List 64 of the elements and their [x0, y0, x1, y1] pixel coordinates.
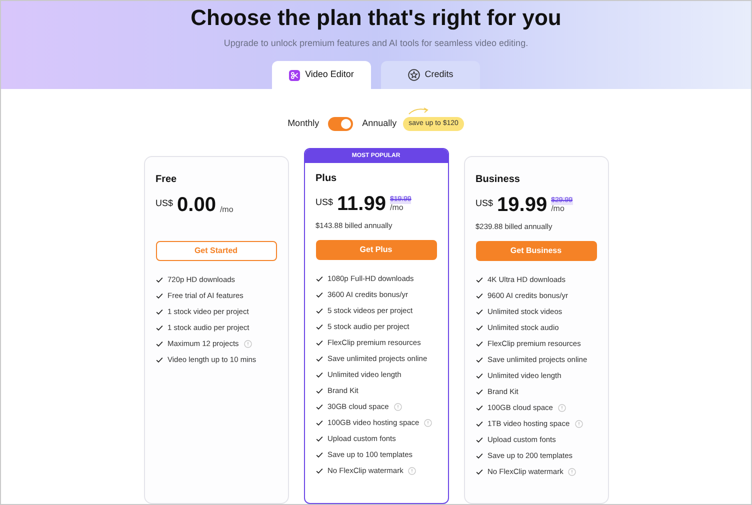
check-icon	[476, 276, 482, 282]
plan-button[interactable]: Get Plus	[316, 240, 436, 260]
page-title: Choose the plan that's right for you	[190, 5, 562, 31]
price-period: /mo	[390, 204, 404, 212]
check-icon	[476, 388, 482, 394]
currency: US$	[156, 197, 174, 210]
check-icon	[316, 292, 322, 298]
currency: US$	[476, 197, 494, 210]
plan-button[interactable]: Get Started	[156, 241, 276, 261]
plan-button[interactable]: Get Business	[476, 241, 596, 261]
info-icon[interactable]	[394, 402, 402, 410]
check-icon	[476, 372, 482, 378]
billing-toggle[interactable]	[328, 117, 354, 131]
currency: US$	[316, 196, 334, 209]
info-icon[interactable]	[568, 468, 576, 476]
curved-arrow-icon	[408, 106, 430, 116]
monthly-label: Monthly	[288, 117, 320, 130]
check-icon	[316, 388, 322, 394]
check-icon	[476, 356, 482, 362]
check-icon	[316, 324, 322, 330]
check-icon	[156, 308, 162, 314]
info-icon[interactable]	[244, 340, 252, 348]
price-period: /mo	[220, 204, 234, 216]
check-icon	[476, 292, 482, 298]
check-icon	[476, 420, 482, 426]
plan-name: Business	[476, 174, 521, 186]
check-icon	[316, 436, 322, 442]
check-icon	[316, 420, 322, 426]
check-icon	[156, 340, 162, 346]
check-icon	[316, 276, 322, 282]
info-icon[interactable]	[574, 420, 583, 428]
check-icon	[476, 436, 482, 442]
check-icon	[476, 340, 482, 346]
check-icon	[476, 404, 482, 410]
check-icon	[156, 324, 162, 330]
check-icon	[316, 468, 322, 474]
check-icon	[316, 340, 322, 346]
star-icon	[408, 69, 420, 81]
annually-label: Annually	[362, 117, 397, 130]
price: 0.00	[177, 194, 216, 216]
price-period: /mo	[551, 205, 566, 213]
info-icon[interactable]	[558, 404, 566, 412]
check-icon	[476, 452, 482, 458]
info-icon[interactable]	[424, 418, 432, 426]
tab[interactable]: Video Editor	[272, 61, 371, 89]
tab[interactable]: Credits	[381, 61, 480, 89]
check-icon	[156, 356, 162, 362]
scissors-icon	[289, 70, 300, 80]
plan-name: Plus	[316, 173, 338, 185]
check-icon	[316, 308, 322, 314]
check-icon	[476, 468, 482, 474]
info-icon[interactable]	[408, 466, 416, 474]
check-icon	[316, 356, 322, 362]
check-icon	[156, 276, 162, 282]
price: 11.99	[337, 193, 386, 215]
check-icon	[316, 372, 322, 378]
check-icon	[156, 292, 162, 298]
page-subtitle: Upgrade to unlock premium features and AI tools for seamless video editing.	[224, 37, 528, 49]
price: 19.99	[497, 194, 548, 216]
check-icon	[476, 308, 482, 314]
check-icon	[316, 404, 322, 410]
plan-name: Free	[156, 174, 178, 186]
check-icon	[476, 324, 482, 330]
check-icon	[316, 452, 322, 458]
